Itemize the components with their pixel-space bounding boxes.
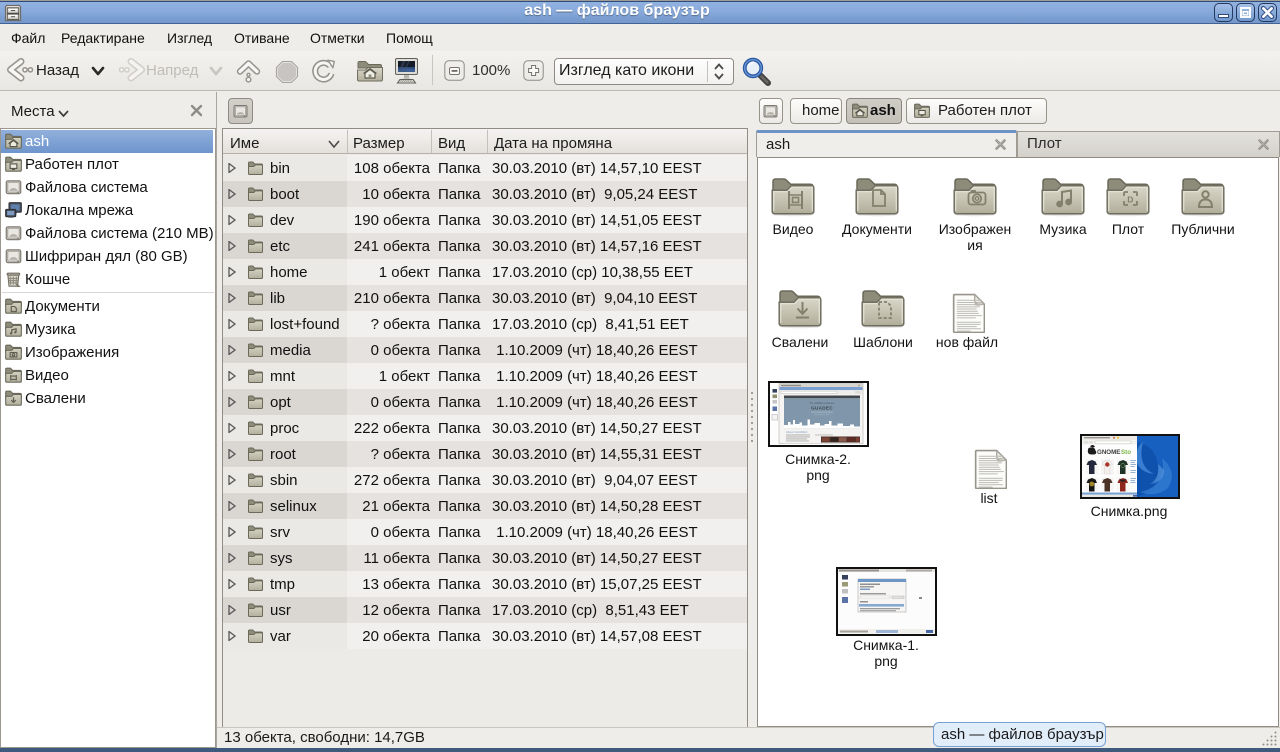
svg-text:About GUADEC: About GUADEC bbox=[786, 430, 808, 434]
svg-text:GNOME: GNOME bbox=[1097, 449, 1120, 456]
svg-text:GUADEC: GUADEC bbox=[811, 406, 833, 411]
svg-text:Sto: Sto bbox=[1121, 449, 1131, 456]
